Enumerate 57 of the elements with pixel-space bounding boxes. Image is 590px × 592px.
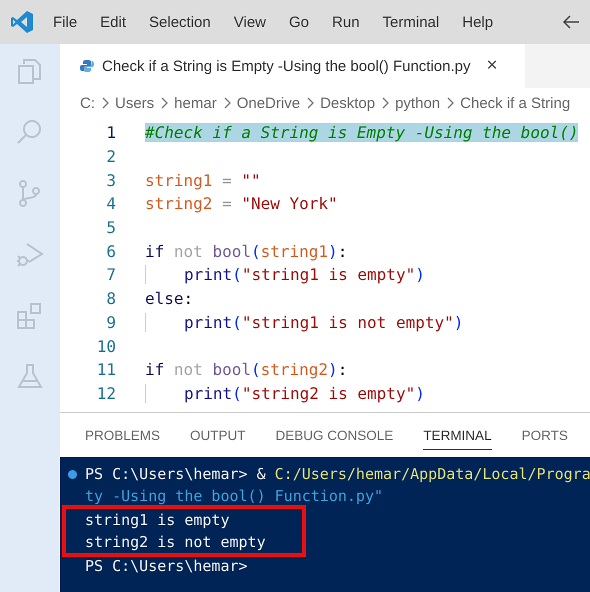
line-number: 1 bbox=[105, 123, 116, 142]
breadcrumb-item[interactable]: Users bbox=[115, 94, 154, 112]
panel-tab[interactable]: DEBUG CONSOLE bbox=[276, 420, 394, 450]
close-button[interactable]: × bbox=[486, 55, 498, 77]
breadcrumb-item[interactable]: python bbox=[395, 94, 440, 112]
terminal-line: string1 is empty bbox=[85, 511, 230, 529]
terminal-line: PS C:\Users\hemar> & C:/Users/hemar/AppData/Local/Progra bbox=[85, 465, 590, 483]
chevron-icon bbox=[101, 97, 109, 109]
menu-item[interactable]: View bbox=[234, 14, 266, 30]
line-number: 2 bbox=[105, 147, 116, 166]
line-number: 3 bbox=[105, 170, 116, 190]
code-line: else: bbox=[145, 289, 194, 308]
panel-tab[interactable]: PROBLEMS bbox=[85, 420, 160, 450]
line-number: 12 bbox=[96, 384, 116, 403]
code-line: print("string1 is not empty") bbox=[145, 312, 464, 332]
line-number: 7 bbox=[105, 265, 116, 284]
app-logo bbox=[10, 10, 34, 34]
breadcrumb-item[interactable]: C: bbox=[80, 94, 95, 112]
breadcrumb-item[interactable]: Check if a String bbox=[460, 94, 570, 112]
line-number: 9 bbox=[105, 312, 116, 332]
editor-tab[interactable]: Check if a String is Empty -Using the bool() Function.py × bbox=[60, 44, 525, 88]
breadcrumb-item[interactable]: hemar bbox=[174, 94, 217, 112]
terminal-line: ty -Using the bool() Function.py" bbox=[85, 487, 384, 505]
menu-item[interactable]: Go bbox=[289, 14, 310, 30]
code-line: string2 = "New York" bbox=[145, 194, 338, 214]
line-number: 5 bbox=[105, 218, 116, 238]
menu-item[interactable]: Run bbox=[332, 14, 360, 30]
code-line: print("string1 is empty") bbox=[145, 265, 425, 284]
breadcrumb-item[interactable]: OneDrive bbox=[236, 94, 300, 112]
code-line: if not bool(string1): bbox=[145, 242, 348, 261]
code-line: if not bool(string2): bbox=[145, 360, 348, 380]
chevron-icon bbox=[306, 97, 314, 109]
breadcrumb-item[interactable]: Desktop bbox=[320, 94, 376, 112]
back-arrow-icon[interactable] bbox=[562, 14, 580, 30]
menu-item[interactable]: Edit bbox=[100, 14, 126, 30]
panel-tab[interactable]: TERMINAL bbox=[423, 420, 492, 450]
panel-tab[interactable]: OUTPUT bbox=[190, 420, 246, 450]
terminal-line: PS C:\Users\hemar> bbox=[85, 557, 248, 575]
code-line: string1 = "" bbox=[145, 170, 261, 190]
menu-item[interactable]: Selection bbox=[149, 14, 211, 30]
terminal-line: string2 is not empty bbox=[85, 533, 266, 551]
line-number: 11 bbox=[96, 360, 116, 380]
menu-item[interactable]: Help bbox=[462, 14, 494, 30]
code-line: print("string2 is empty") bbox=[145, 384, 425, 403]
tab-title: Check if a String is Empty -Using the bool() Function.py bbox=[102, 58, 470, 74]
menu-item[interactable]: Terminal bbox=[382, 14, 440, 30]
panel-tab[interactable]: PORTS bbox=[522, 420, 568, 450]
chevron-icon bbox=[446, 97, 454, 109]
line-number: 10 bbox=[96, 336, 116, 356]
line-number: 4 bbox=[105, 194, 116, 214]
chevron-icon bbox=[381, 97, 390, 109]
chevron-icon bbox=[160, 97, 168, 109]
python-icon bbox=[80, 59, 94, 73]
line-number: 8 bbox=[105, 289, 116, 308]
menu-item[interactable]: File bbox=[53, 14, 78, 30]
line-number: 6 bbox=[105, 242, 116, 261]
chevron-icon bbox=[222, 97, 231, 109]
